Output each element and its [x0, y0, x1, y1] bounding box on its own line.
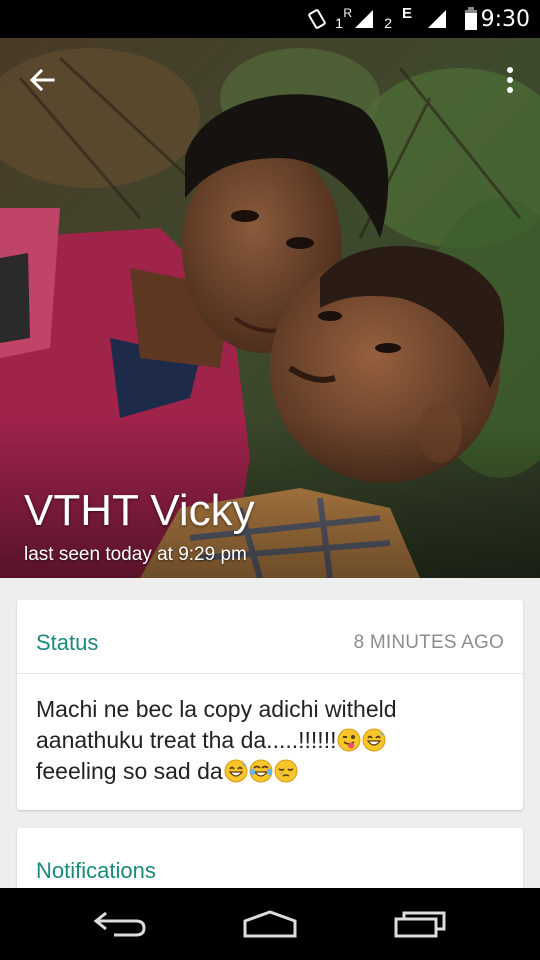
tears-of-joy-emoji — [249, 759, 273, 783]
status-line-3: feeeling so sad da — [36, 756, 506, 787]
home-icon — [243, 910, 297, 938]
navigation-bar — [0, 888, 540, 960]
last-seen-text: last seen today at 9:29 pm — [24, 544, 247, 565]
winking-tongue-emoji — [337, 728, 361, 752]
recents-icon — [394, 911, 446, 938]
network-type-label: E — [401, 4, 412, 22]
status-line-1: Machi ne bec la copy adichi witheld — [36, 696, 397, 722]
nav-recents-button[interactable] — [390, 906, 450, 942]
contact-name: VTHT Vicky — [24, 486, 255, 535]
sim2-label: 2 — [384, 15, 392, 31]
roaming-label: R — [343, 6, 352, 20]
back-icon — [93, 911, 146, 937]
nav-back-button[interactable] — [90, 906, 150, 942]
sleepy-emoji — [274, 759, 298, 783]
status-message[interactable]: Machi ne bec la copy adichi witheld aana… — [36, 694, 506, 787]
back-button[interactable] — [22, 60, 62, 100]
vibrate-icon — [306, 0, 328, 38]
signal-icon — [353, 0, 375, 38]
status-card: Status 8 MINUTES AGO Machi ne bec la cop… — [17, 600, 523, 810]
grinning-sweat-emoji — [362, 728, 386, 752]
more-vert-icon — [507, 67, 513, 93]
status-line-2: aanathuku treat tha da.....!!!!!! — [36, 725, 506, 756]
notifications-card[interactable]: Notifications — [17, 828, 523, 888]
clock: 9:30 — [480, 6, 530, 32]
contact-photo-header: VTHT Vicky last seen today at 9:29 pm — [0, 38, 540, 578]
status-card-header: Status 8 MINUTES AGO — [17, 600, 523, 674]
nav-home-button[interactable] — [240, 906, 300, 942]
contact-info-body: Status 8 MINUTES AGO Machi ne bec la cop… — [0, 578, 540, 888]
sim1-label: 1 — [335, 15, 343, 31]
grinning-sweat-emoji — [224, 759, 248, 783]
overflow-menu-button[interactable] — [498, 60, 522, 100]
arrow-left-icon — [29, 68, 55, 92]
notifications-title: Notifications — [36, 858, 156, 883]
status-time: 8 MINUTES AGO — [353, 632, 504, 653]
signal-icon — [426, 0, 448, 38]
status-title: Status — [36, 630, 99, 655]
status-bar: 1 R 2 E 9:30 — [0, 0, 540, 38]
battery-icon — [464, 0, 478, 38]
